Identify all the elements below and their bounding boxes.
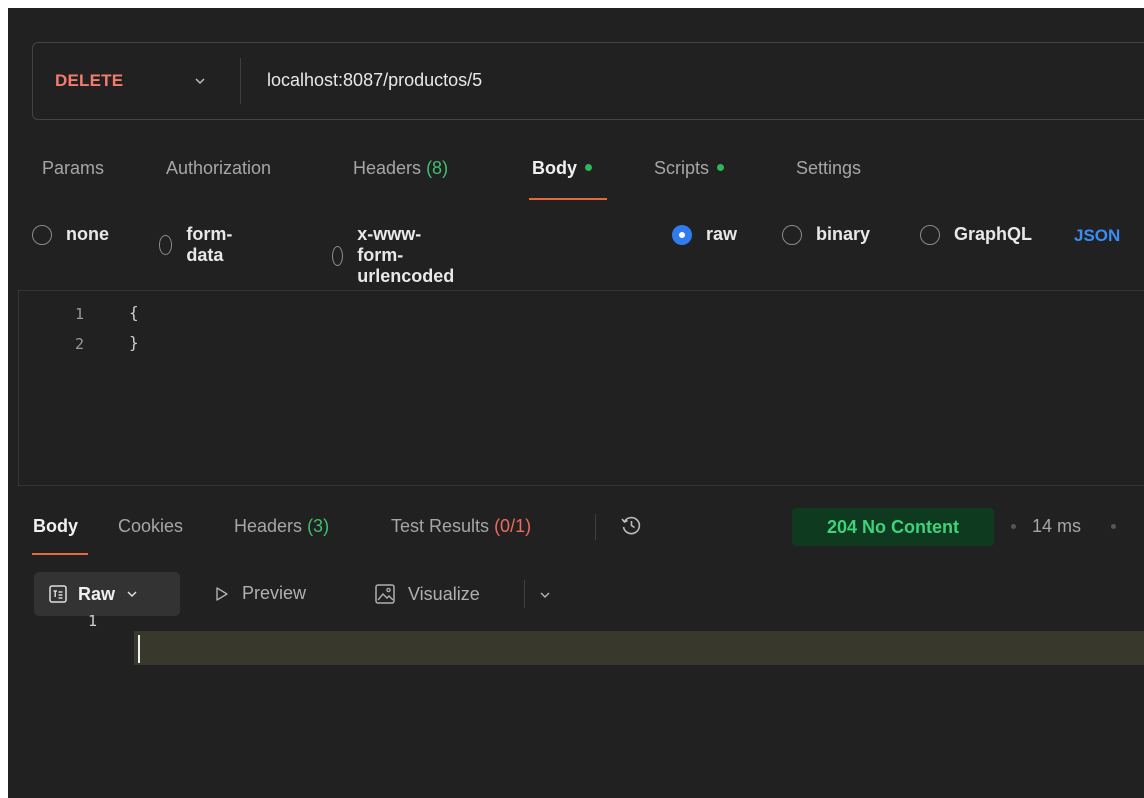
radio-raw-label: raw: [706, 224, 738, 244]
visualize-button[interactable]: Visualize: [374, 583, 480, 605]
raw-format-icon: [49, 585, 67, 603]
radio-urlencoded[interactable]: x-www-form-urlencoded: [332, 224, 463, 287]
http-method-selector[interactable]: DELETE: [55, 71, 123, 91]
chevron-down-icon[interactable]: [538, 588, 552, 602]
response-body-editor[interactable]: [134, 631, 1144, 665]
postman-window: DELETE localhost:8087/productos/5 Params…: [8, 8, 1144, 798]
radio-binary[interactable]: binary: [782, 224, 870, 245]
tab-settings[interactable]: Settings: [796, 158, 861, 179]
radio-graphql-label: GraphQL: [954, 224, 1033, 244]
radio-graphql[interactable]: GraphQL: [920, 224, 1032, 245]
tab-scripts[interactable]: Scripts: [654, 158, 725, 179]
tab-scripts-label: Scripts: [654, 158, 710, 178]
line-number: 2: [75, 335, 85, 353]
test-results-count: (0/1): [494, 516, 532, 536]
scripts-status-dot: [717, 163, 725, 171]
chevron-down-icon: [127, 591, 137, 598]
tab-params[interactable]: Params: [42, 158, 104, 179]
response-tab-body[interactable]: Body: [33, 516, 78, 537]
chevron-down-icon[interactable]: [193, 74, 207, 88]
body-language-selector[interactable]: JSON: [1074, 226, 1120, 246]
preview-label: Preview: [242, 583, 307, 603]
status-badge[interactable]: 204 No Content: [792, 508, 994, 546]
response-line-number: 1: [88, 612, 98, 630]
toolbar-divider: [524, 580, 525, 608]
tab-body[interactable]: Body: [532, 158, 592, 179]
response-format-dropdown[interactable]: Raw: [34, 572, 180, 616]
test-results-label: Test Results: [391, 516, 490, 536]
response-tab-headers[interactable]: Headers (3): [234, 516, 329, 537]
request-body-editor[interactable]: 1 { 2 }: [18, 290, 1144, 486]
line-number: 1: [75, 305, 85, 323]
response-headers-count: (3): [307, 516, 330, 536]
preview-button[interactable]: Preview: [214, 583, 306, 604]
tab-headers-count: (8): [426, 158, 449, 178]
radio-none-label: none: [66, 224, 109, 244]
radio-none-circle[interactable]: [32, 224, 52, 245]
response-time[interactable]: 14 ms: [1032, 516, 1081, 537]
radio-raw[interactable]: raw: [672, 224, 737, 245]
history-icon[interactable]: [619, 513, 643, 537]
response-headers-label: Headers: [234, 516, 303, 536]
radio-binary-label: binary: [816, 224, 871, 244]
radio-urlencoded-label: x-www-form-urlencoded: [357, 224, 455, 286]
visualize-label: Visualize: [408, 583, 480, 604]
tab-headers-label: Headers: [353, 158, 422, 178]
url-divider: [240, 58, 241, 104]
response-format-label: Raw: [78, 583, 116, 604]
tab-headers[interactable]: Headers (8): [353, 158, 448, 179]
meta-separator: [1111, 524, 1116, 529]
radio-form-data-label: form-data: [186, 224, 233, 265]
response-tabs-divider: [595, 514, 596, 540]
play-icon: [216, 586, 228, 601]
body-status-dot: [585, 163, 592, 171]
active-tab-indicator: [529, 198, 607, 200]
meta-separator: [1011, 524, 1016, 529]
radio-raw-circle[interactable]: [672, 224, 692, 245]
url-input[interactable]: localhost:8087/productos/5: [267, 70, 482, 91]
radio-graphql-circle[interactable]: [920, 224, 940, 245]
code-line[interactable]: {: [129, 303, 139, 322]
radio-urlencoded-circle[interactable]: [332, 245, 344, 266]
radio-none[interactable]: none: [32, 224, 109, 245]
radio-binary-circle[interactable]: [782, 224, 802, 245]
response-tab-cookies[interactable]: Cookies: [118, 516, 183, 537]
text-caret: [138, 635, 140, 663]
tab-body-label: Body: [532, 158, 577, 178]
tab-authorization[interactable]: Authorization: [166, 158, 271, 179]
radio-form-data-circle[interactable]: [159, 235, 173, 255]
code-line[interactable]: }: [129, 333, 139, 352]
request-url-bar: DELETE localhost:8087/productos/5: [32, 42, 1144, 120]
image-icon: [375, 584, 395, 604]
response-tab-test-results[interactable]: Test Results (0/1): [391, 516, 531, 537]
response-active-tab-indicator: [32, 553, 88, 555]
radio-form-data[interactable]: form-data: [159, 224, 239, 266]
